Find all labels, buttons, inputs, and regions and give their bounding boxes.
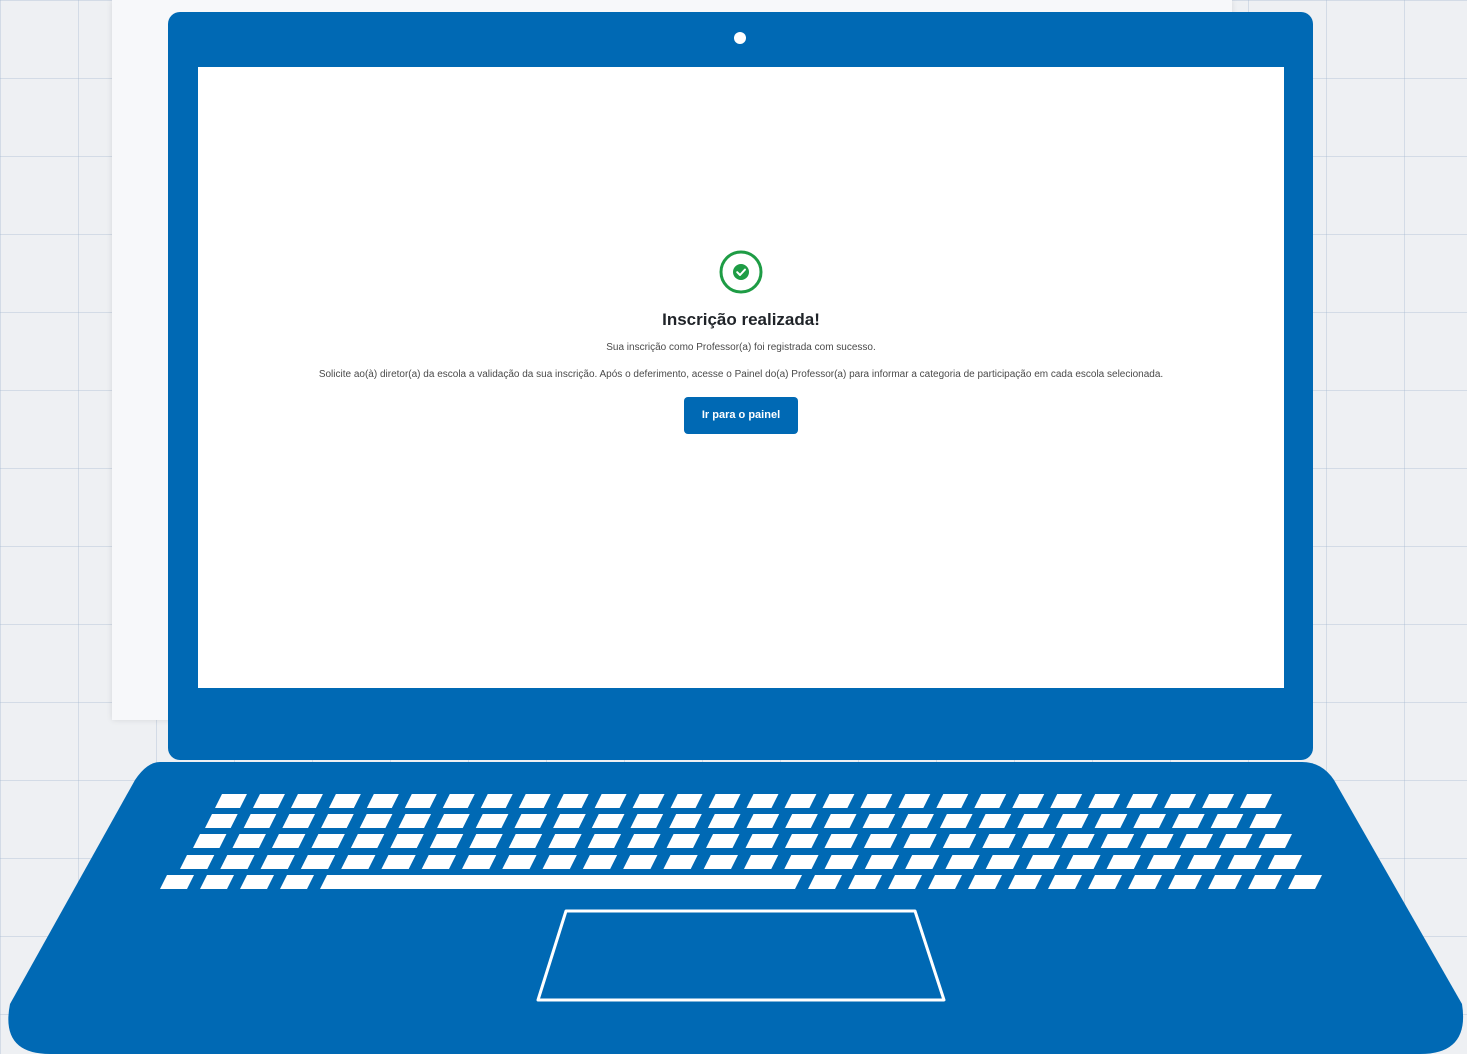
laptop-screen: Inscrição realizada! Sua inscrição como … <box>198 67 1284 688</box>
success-instructions: Solicite ao(à) diretor(a) da escola a va… <box>318 369 1164 380</box>
success-title: Inscrição realizada! <box>662 310 820 329</box>
webcam-icon <box>734 32 746 44</box>
success-message: Inscrição realizada! Sua inscrição como … <box>198 249 1284 434</box>
success-subtitle: Sua inscrição como Professor(a) foi regi… <box>606 342 876 353</box>
keyboard-key <box>320 875 802 889</box>
check-circle-icon <box>719 250 763 294</box>
go-to-panel-button[interactable]: Ir para o painel <box>683 397 799 434</box>
